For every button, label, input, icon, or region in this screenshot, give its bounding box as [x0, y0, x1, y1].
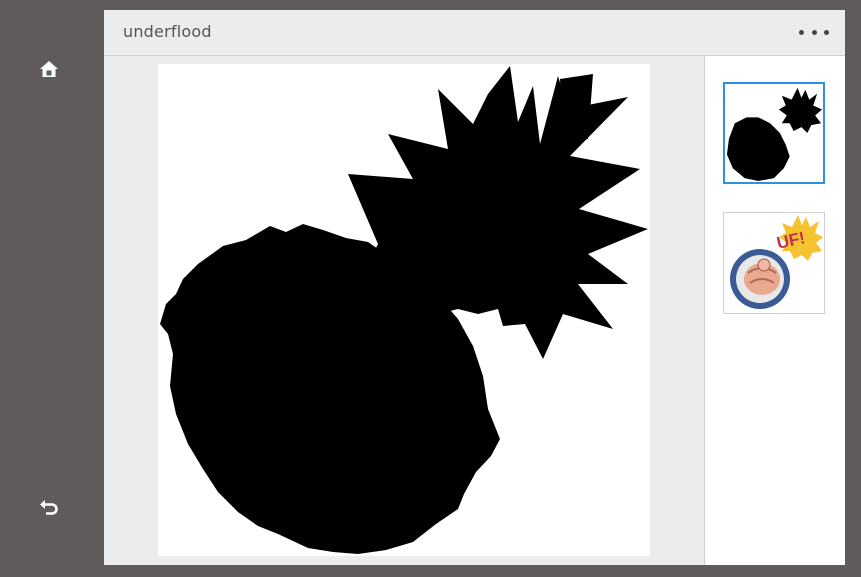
- more-options-button[interactable]: [799, 22, 829, 42]
- original-thumbnail-image: UF!: [730, 215, 823, 309]
- home-button[interactable]: [36, 56, 62, 82]
- more-options-icon: [799, 29, 804, 35]
- editor-panel: underflood UF!: [104, 10, 845, 565]
- left-rail: [0, 0, 104, 577]
- page-title: underflood: [123, 22, 212, 41]
- work-area: [104, 56, 704, 565]
- back-button[interactable]: [36, 494, 62, 520]
- image-canvas[interactable]: [158, 64, 650, 556]
- thumbnail-original[interactable]: UF!: [723, 212, 825, 314]
- more-options-icon-dot: [811, 29, 817, 35]
- back-arrow-icon: [40, 500, 58, 515]
- thumbnail-mask[interactable]: [723, 82, 825, 184]
- mask-image: [160, 66, 648, 554]
- thumbnail-strip: UF!: [704, 56, 845, 565]
- title-bar: underflood: [104, 10, 845, 56]
- mask-thumbnail-image: [726, 87, 823, 182]
- home-icon: [40, 61, 58, 77]
- more-options-icon-dot: [824, 29, 829, 35]
